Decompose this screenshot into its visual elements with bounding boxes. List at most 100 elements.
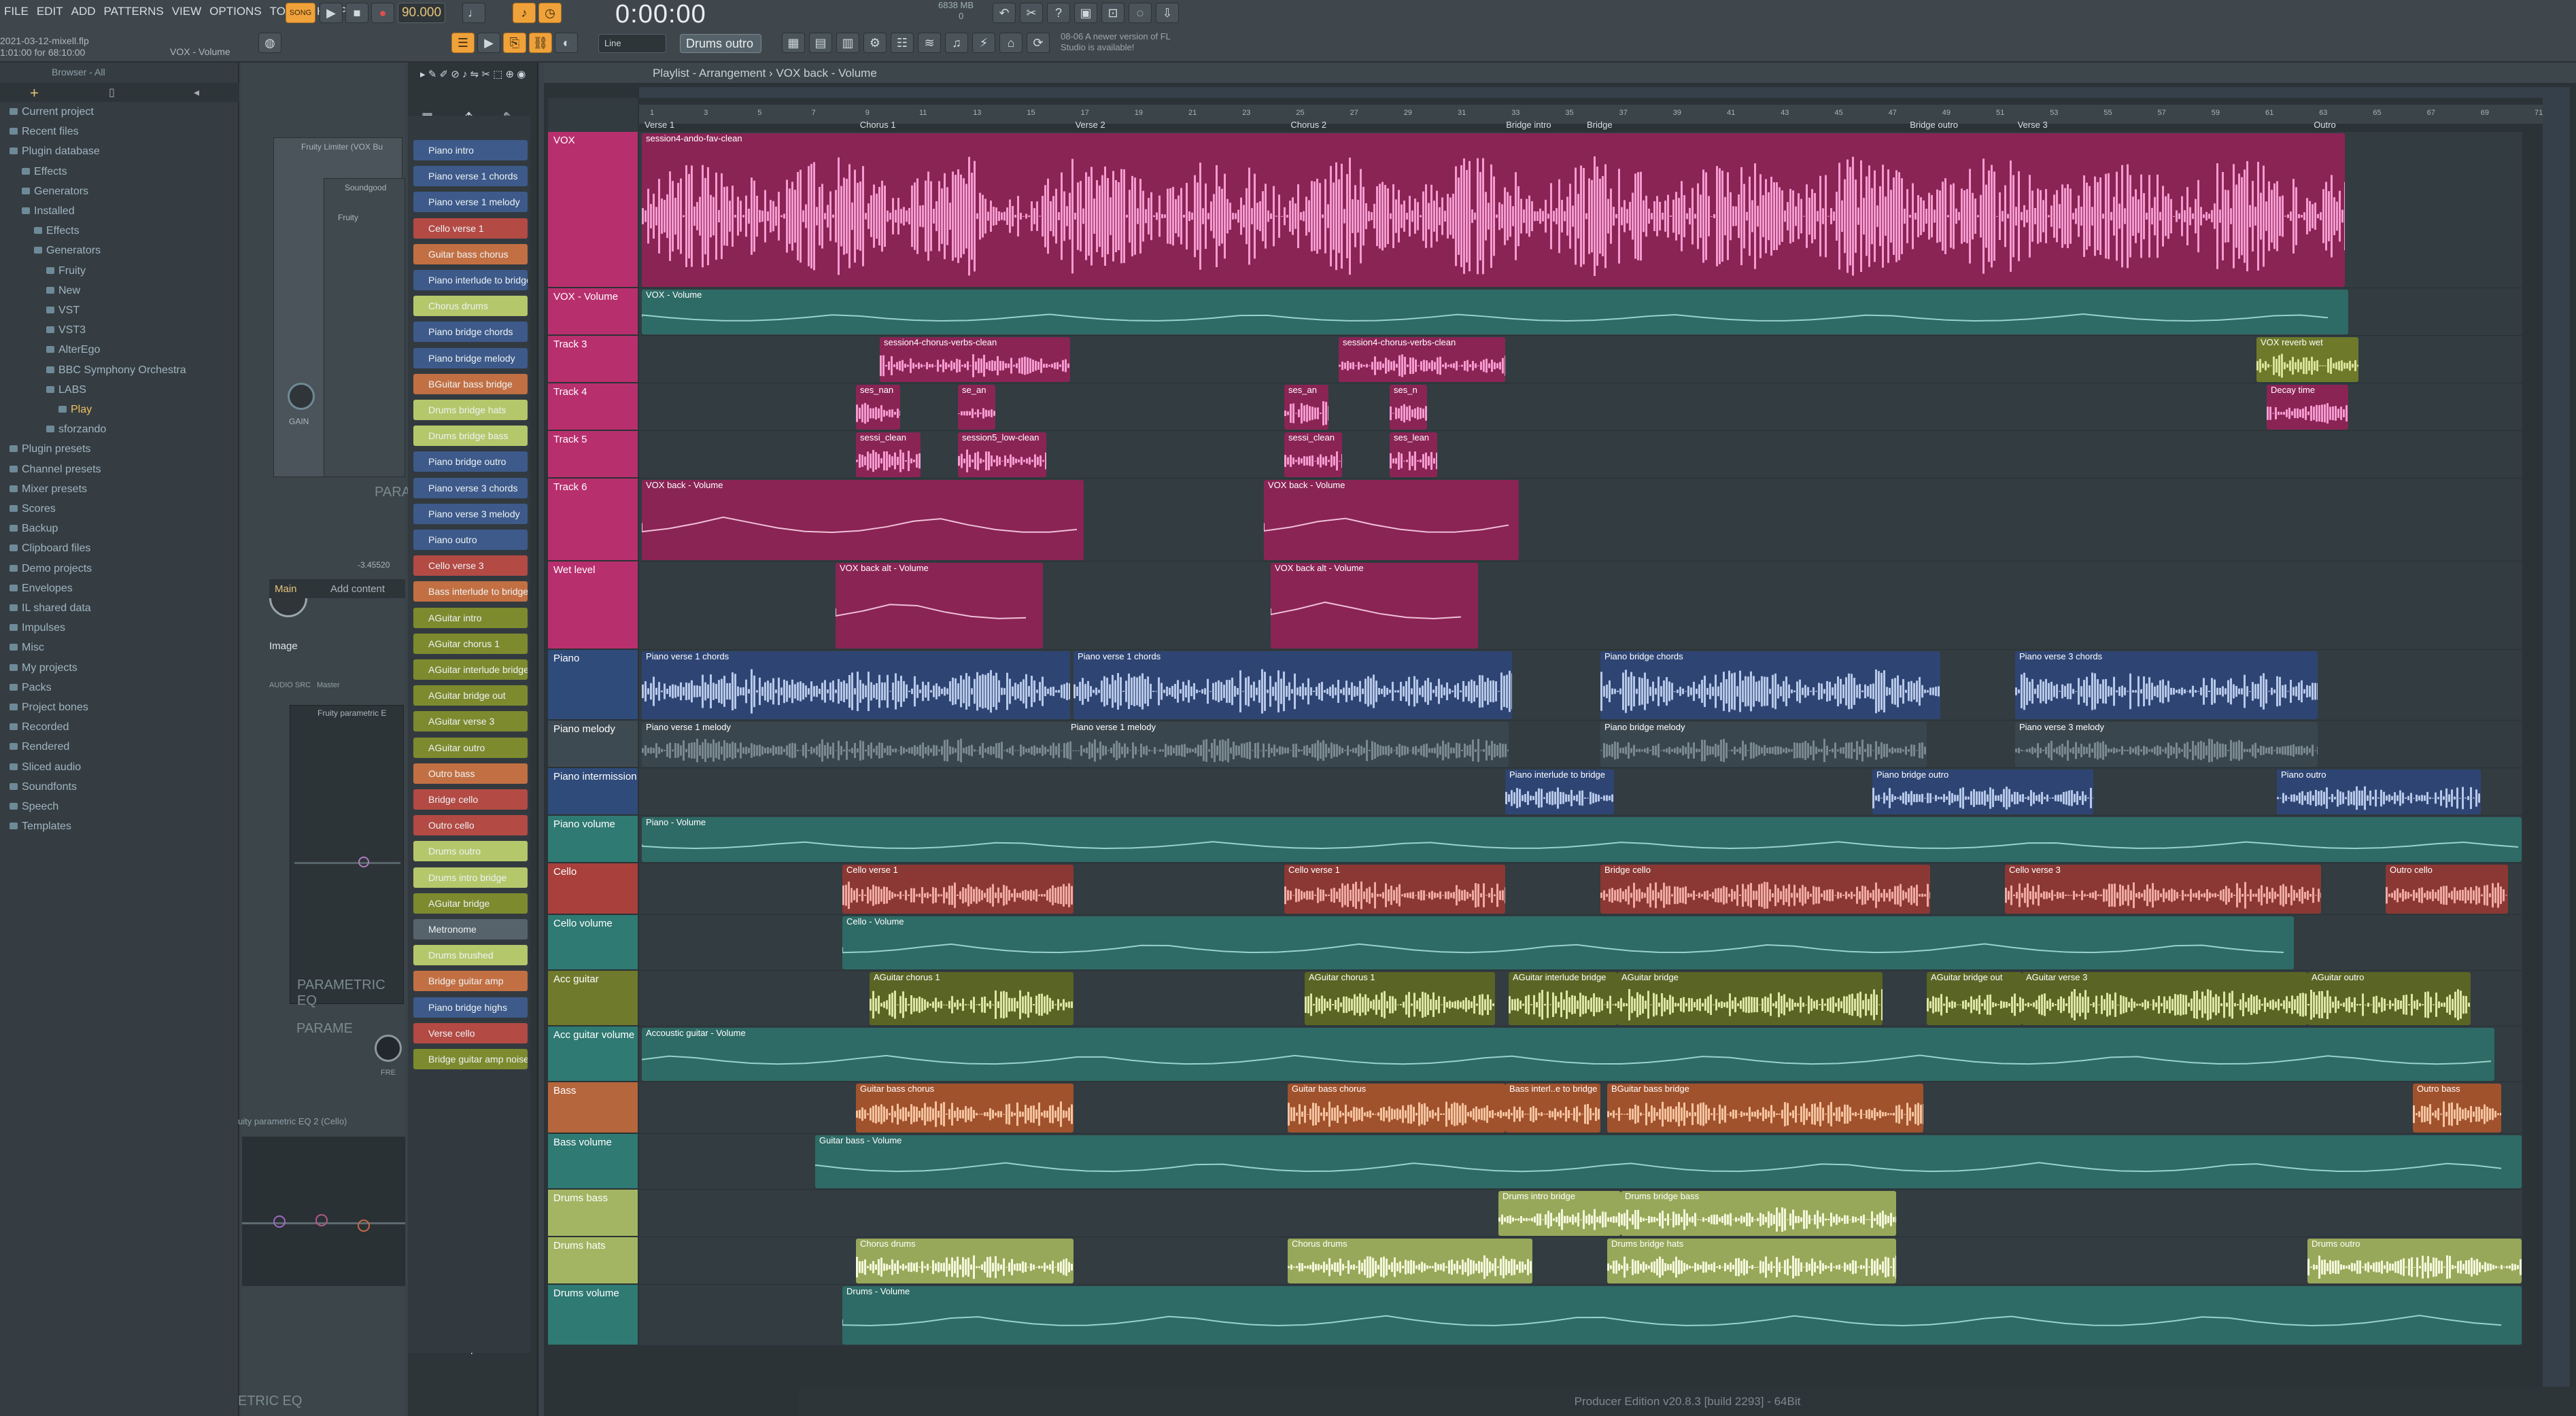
browser-item[interactable]: Current project (10, 106, 94, 118)
browser-item[interactable]: Generators (22, 186, 88, 198)
mixer-link-icon[interactable]: ◐ (555, 33, 578, 53)
browser-item[interactable]: AlterEgo (46, 344, 100, 356)
playlist-clip[interactable]: session4-chorus-verbs-clean (1339, 337, 1505, 382)
browser-item[interactable]: VST (46, 305, 80, 317)
playlist-clip[interactable]: AGuitar outro (2307, 972, 2471, 1025)
playlist-icon[interactable]: ☰ (451, 33, 475, 53)
marker-label[interactable]: Outro (2314, 120, 2336, 130)
playlist-clip[interactable]: AGuitar bridge (1617, 972, 1883, 1025)
playlist-clip[interactable]: session4-ando-fav-clean (642, 133, 2345, 287)
tempo-display[interactable]: 90.000 (398, 3, 445, 23)
browser-item[interactable]: Misc (10, 642, 44, 654)
typing-keyboard-icon[interactable]: ♪ (513, 3, 536, 23)
pencil-tool-icon[interactable]: ✎ (428, 69, 437, 80)
pattern-item[interactable]: Cello verse 3 (413, 555, 528, 576)
pattern-item[interactable]: Drums intro bridge (413, 867, 528, 888)
pattern-item[interactable]: Drums bridge bass (413, 426, 528, 447)
browser-item[interactable]: Demo projects (10, 563, 92, 575)
playlist-clip[interactable]: Piano verse 1 melody (1067, 722, 1509, 767)
mixer-icon[interactable]: ▥ (836, 33, 859, 53)
track-header[interactable]: Track 5 (548, 431, 638, 479)
playlist-clip[interactable]: Chorus drums (856, 1239, 1074, 1283)
playlist-clip[interactable]: Bridge cello (1600, 865, 1930, 914)
pattern-item[interactable]: Drums outro (413, 841, 528, 862)
slip-tool-icon[interactable]: ⇋ (470, 69, 479, 80)
playlist-clip[interactable]: Cello verse 3 (2005, 865, 2321, 914)
breadcrumb-current[interactable]: VOX back - Volume (776, 67, 876, 80)
metronome-icon[interactable]: ♩ (462, 3, 485, 23)
pattern-item[interactable]: Bridge guitar amp noise (413, 1049, 528, 1069)
back-icon[interactable]: ◂ (194, 86, 199, 99)
pattern-item[interactable]: Cello verse 1 (413, 218, 528, 239)
playlist-clip[interactable]: session5_low-clean (958, 432, 1046, 477)
playlist-clip[interactable]: VOX back alt - Volume (1271, 563, 1478, 649)
cut-icon[interactable]: ✂ (1020, 3, 1043, 23)
playlist-clip[interactable]: se_an (958, 385, 995, 430)
marker-label[interactable]: Verse 3 (2018, 120, 2048, 130)
delete-tool-icon[interactable]: ⊘ (451, 69, 460, 80)
playlist-clip[interactable]: Accoustic guitar - Volume (642, 1028, 2494, 1081)
playlist-clip[interactable]: Decay time (2267, 385, 2348, 430)
snap-select[interactable]: Line (598, 34, 666, 53)
pattern-item[interactable]: AGuitar verse 3 (413, 711, 528, 732)
playlist-clip[interactable]: Guitar bass chorus (1288, 1084, 1505, 1133)
playlist-clip[interactable]: Drums intro bridge (1498, 1191, 1621, 1236)
browser-item[interactable]: Clipboard files (10, 542, 90, 555)
track-header[interactable]: Piano (548, 650, 638, 721)
freq-knob[interactable] (375, 1035, 402, 1062)
zoom-tool-icon[interactable]: ⊕ (505, 69, 514, 80)
browser-item[interactable]: Play (58, 404, 92, 416)
marker-label[interactable]: Bridge outro (1910, 120, 1958, 130)
track-header[interactable]: Piano volume (548, 816, 638, 863)
store-icon[interactable]: ⌂ (999, 33, 1023, 53)
playlist-clip[interactable]: Piano - Volume (642, 817, 2522, 862)
playlist-clip[interactable]: ses_an (1284, 385, 1328, 430)
marker-label[interactable]: Chorus 2 (1290, 120, 1326, 130)
playlist-clip[interactable]: Piano bridge chords (1600, 651, 1940, 719)
playlist-clip[interactable]: Piano verse 1 chords (642, 651, 1070, 719)
pattern-item[interactable]: Piano intro (413, 140, 528, 160)
browser-item[interactable]: LABS (46, 384, 86, 396)
playlist-clip[interactable]: VOX back - Volume (1264, 480, 1519, 560)
playlist-clip[interactable]: VOX back - Volume (642, 480, 1084, 560)
playlist-clip[interactable]: Piano verse 3 melody (2015, 722, 2318, 767)
track-header[interactable]: VOX - Volume (548, 288, 638, 336)
playlist-clip[interactable]: Cello verse 1 (842, 865, 1074, 914)
pattern-item[interactable]: Piano outro (413, 530, 528, 550)
track-header[interactable]: Bass (548, 1082, 638, 1134)
playlist-clip[interactable]: AGuitar bridge out (1927, 972, 2022, 1025)
playlist-clip[interactable]: VOX back alt - Volume (836, 563, 1043, 649)
pattern-item[interactable]: Drums bridge hats (413, 400, 528, 420)
pattern-item[interactable]: Piano bridge melody (413, 347, 528, 368)
pattern-item[interactable]: Piano bridge highs (413, 997, 528, 1018)
browser-item[interactable]: VST3 (46, 324, 86, 336)
pattern-item[interactable]: AGuitar intro (413, 607, 528, 628)
pattern-item[interactable]: AGuitar bridge out (413, 685, 528, 706)
pattern-item[interactable]: Bridge cello (413, 789, 528, 810)
track-header[interactable]: Track 3 (548, 336, 638, 383)
playlist-clip[interactable]: BGuitar bass bridge (1607, 1084, 1923, 1133)
pattern-item[interactable]: Chorus drums (413, 296, 528, 317)
marker-label[interactable]: Verse 1 (645, 120, 674, 130)
playlist-clip[interactable]: Chorus drums (1288, 1239, 1532, 1283)
pattern-item[interactable]: Piano bridge outro (413, 451, 528, 472)
pattern-item[interactable]: AGuitar chorus 1 (413, 633, 528, 654)
browser-item[interactable]: Rendered (10, 741, 69, 753)
file-icon[interactable]: ▯ (109, 86, 115, 99)
arrow-tool-icon[interactable]: ▸ (420, 69, 426, 80)
playlist-clip[interactable]: Drums - Volume (842, 1286, 2522, 1345)
browser-item[interactable]: Fruity (46, 265, 86, 277)
playlist-clip[interactable]: Bass interl..e to bridge (1505, 1084, 1600, 1133)
play-button[interactable]: ▶ (320, 3, 343, 23)
playlist-clip[interactable]: AGuitar interlude bridge (1509, 972, 1617, 1025)
playlist-clip[interactable]: Drums outro (2307, 1239, 2522, 1283)
track-header[interactable]: Wet level (548, 562, 638, 650)
pattern-item[interactable]: Piano verse 1 chords (413, 166, 528, 187)
gain-knob[interactable] (288, 383, 315, 410)
pattern-item[interactable]: AGuitar interlude bridge (413, 659, 528, 680)
playlist-clip[interactable]: Cello - Volume (842, 916, 2294, 969)
browser-item[interactable]: Backup (10, 523, 58, 535)
mic-icon[interactable]: ♫ (945, 33, 968, 53)
browser-item[interactable]: Recorded (10, 721, 69, 733)
mute-tool-icon[interactable]: ♪ (462, 69, 468, 80)
